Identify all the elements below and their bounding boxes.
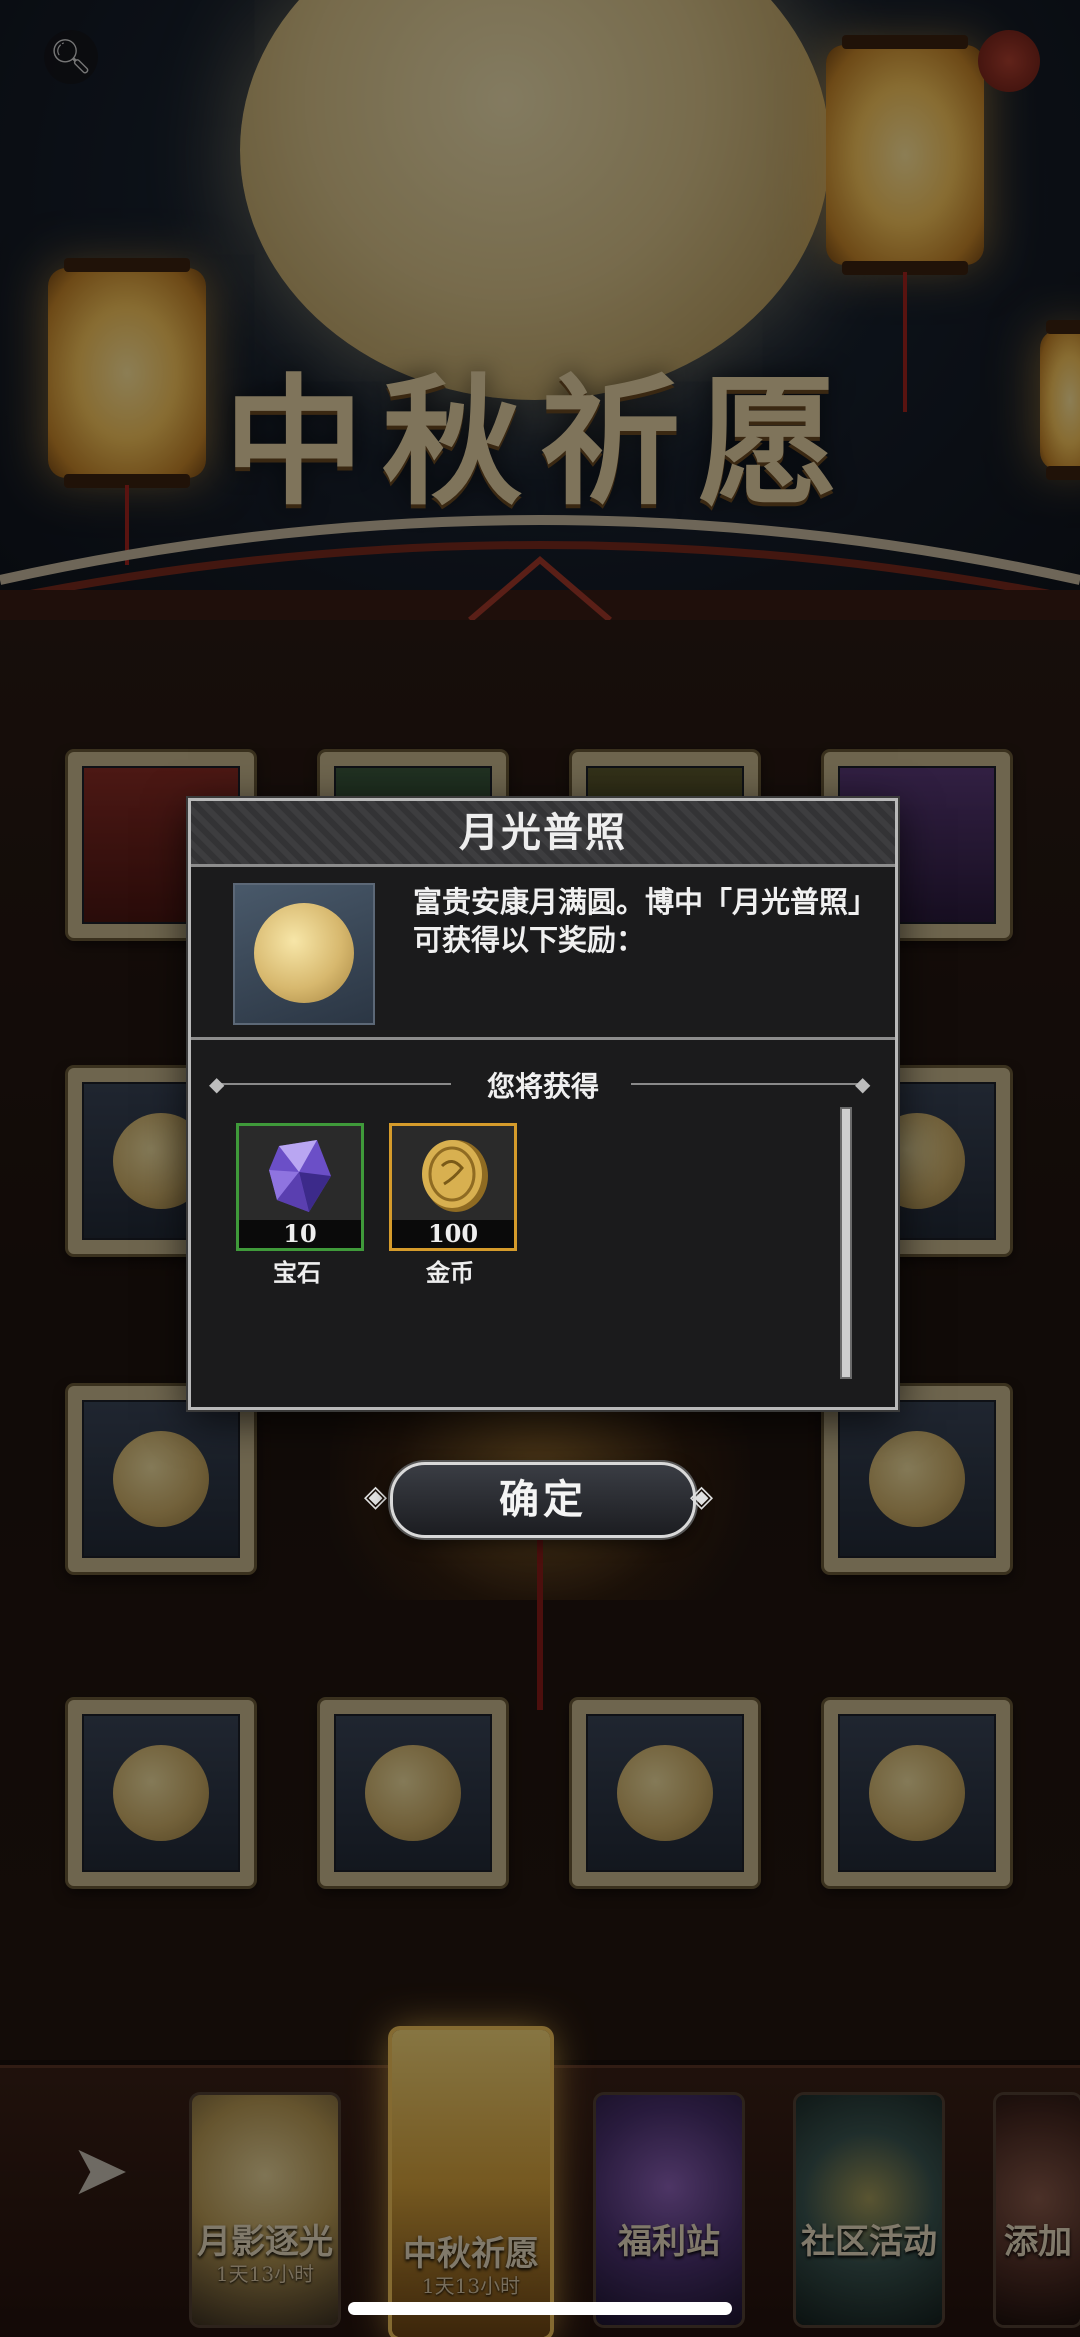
dialog-divider (191, 1037, 895, 1040)
reward-name: 金币 (426, 1258, 474, 1287)
ornament-icon: ◆ (855, 1072, 871, 1096)
reward-quantity: 10 (239, 1220, 361, 1248)
ornament-icon: ◈ (690, 1479, 714, 1514)
reward-quantity: 100 (392, 1220, 514, 1248)
ornament-icon: ◈ (364, 1479, 388, 1514)
confirm-button[interactable]: 确定 (390, 1462, 696, 1538)
reward-item-gem[interactable]: 10 (236, 1123, 364, 1251)
rewards-section-label: 您将获得 (486, 1070, 599, 1103)
home-indicator[interactable] (348, 2302, 732, 2315)
gem-icon (269, 1140, 331, 1212)
dialog-description: 富贵安康月满圆。博中「月光普照」可获得以下奖励： (413, 885, 878, 957)
section-divider-line (631, 1083, 863, 1085)
reward-item-gold-coin[interactable]: 100 (389, 1123, 517, 1251)
reward-name: 宝石 (273, 1258, 321, 1287)
moon-item-icon (233, 883, 375, 1025)
gold-coin-icon (422, 1140, 488, 1212)
reward-dialog: 月光普照 富贵安康月满圆。博中「月光普照」可获得以下奖励： ◆ 您将获得 ◆ 1… (188, 798, 898, 1410)
event-screen: { "banner": { "title": "中秋祈愿" }, "dialog… (0, 0, 1080, 2337)
dialog-title: 月光普照 (459, 809, 627, 856)
rewards-scrollbar[interactable] (840, 1107, 852, 1379)
